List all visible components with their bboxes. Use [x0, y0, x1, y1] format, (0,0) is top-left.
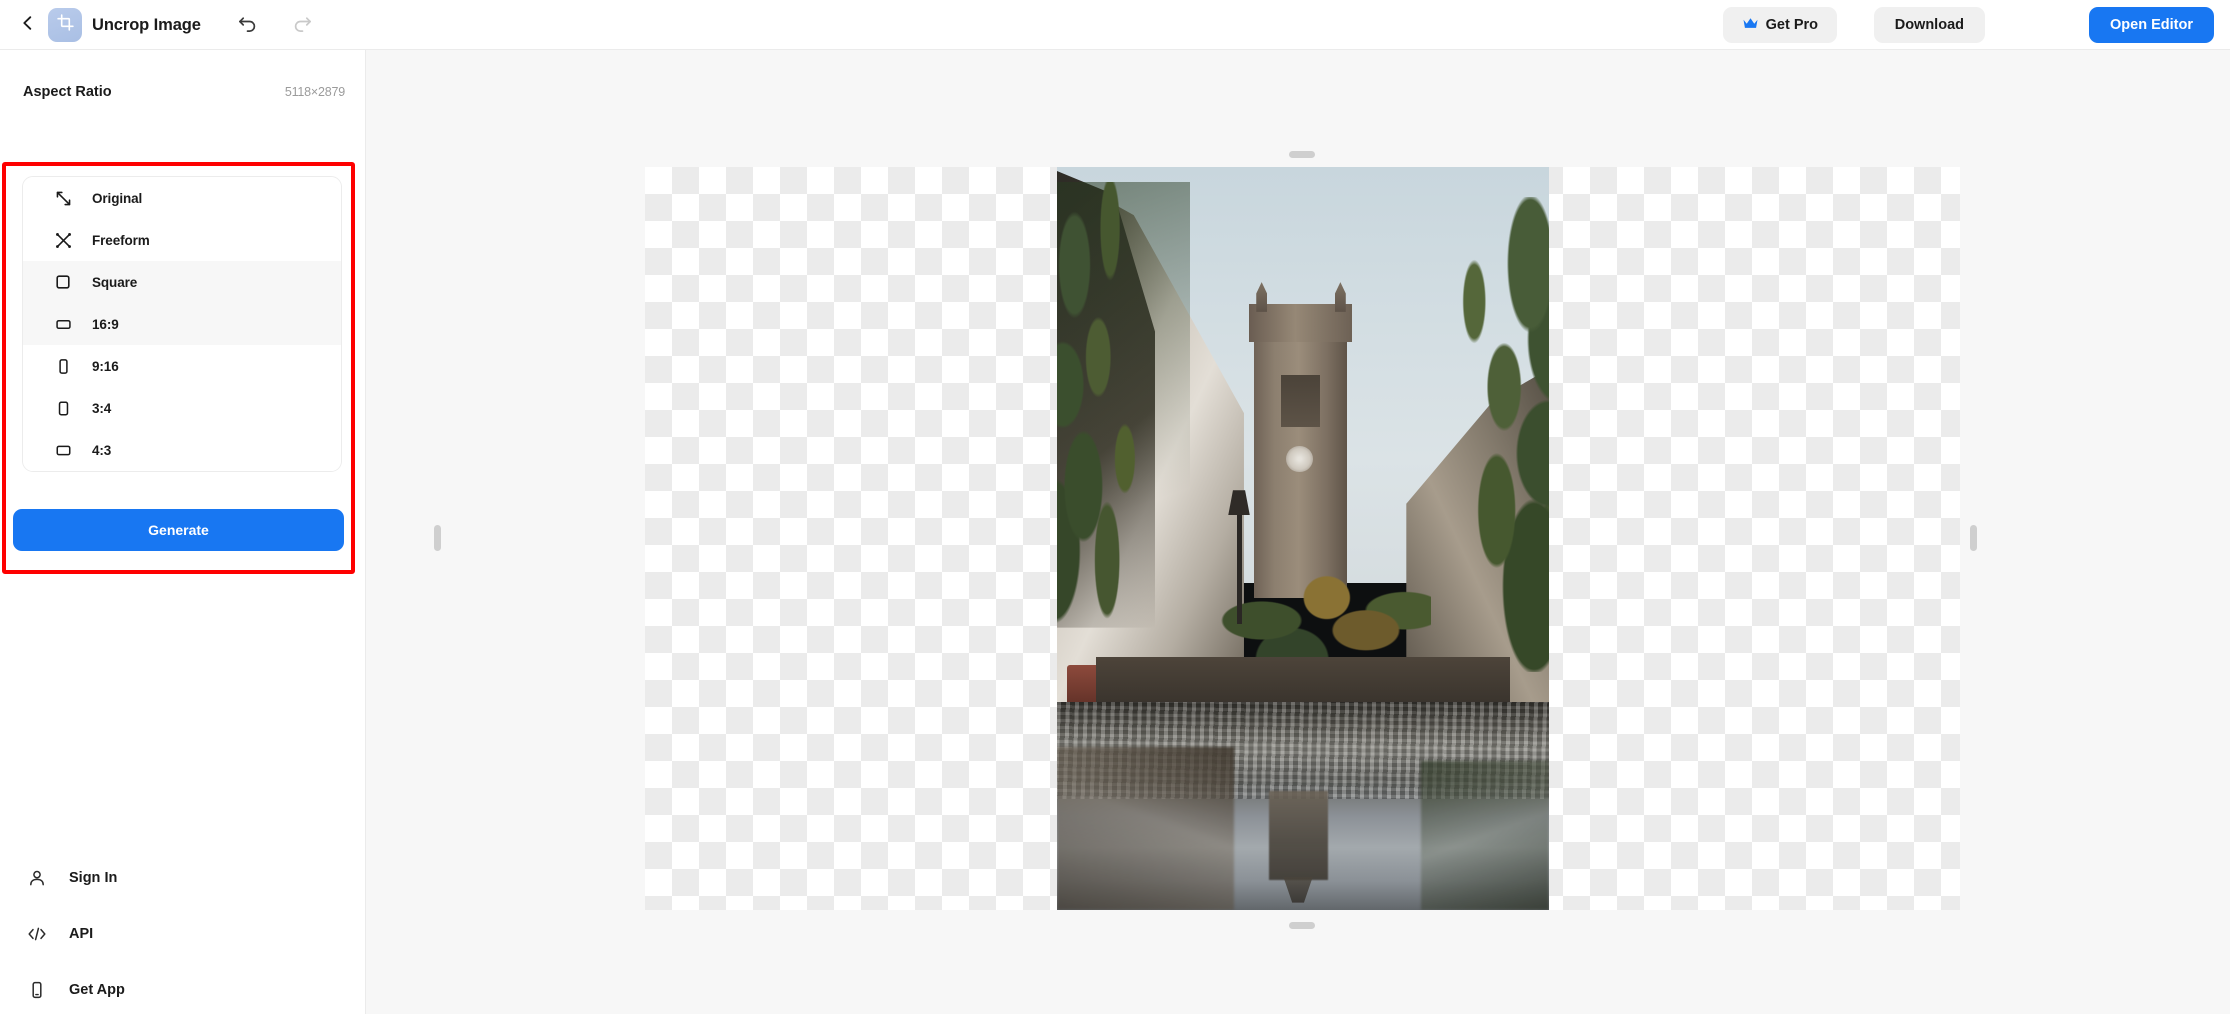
- ratio-option-16-9[interactable]: 16:9: [23, 303, 341, 345]
- image-dimensions-label: 5118×2879: [284, 85, 345, 99]
- photo-tower-window: [1280, 375, 1321, 428]
- portrait-rect-icon: [52, 355, 74, 377]
- landscape-rect-icon: [52, 439, 74, 461]
- sidebar-item-label: API: [69, 926, 94, 942]
- photo-reflection-right: [1421, 761, 1549, 910]
- open-editor-button[interactable]: Open Editor: [2089, 7, 2214, 43]
- top-toolbar: Uncrop Image Get Pro Download Open Edito…: [0, 0, 2230, 50]
- ratio-option-square[interactable]: Square: [23, 261, 341, 303]
- landscape-rect-icon: [52, 313, 74, 335]
- sidebar-item-sign-in[interactable]: Sign In: [0, 850, 366, 906]
- get-pro-button[interactable]: Get Pro: [1722, 7, 1837, 43]
- generate-label: Generate: [148, 522, 209, 538]
- open-editor-label: Open Editor: [2110, 17, 2193, 33]
- freeform-arrows-icon: [52, 229, 74, 251]
- ratio-option-original[interactable]: Original: [23, 177, 341, 219]
- sidebar-header: Aspect Ratio 5118×2879: [23, 84, 345, 100]
- resize-handle-right[interactable]: [1970, 525, 1977, 551]
- ratio-option-9-16[interactable]: 9:16: [23, 345, 341, 387]
- photo-ivy-foliage: [1057, 181, 1190, 643]
- back-button[interactable]: [14, 11, 42, 39]
- ratio-option-label: 4:3: [92, 442, 112, 458]
- sidebar-item-api[interactable]: API: [0, 906, 366, 962]
- redo-arrow-icon: [292, 12, 313, 38]
- ratio-option-label: Original: [92, 190, 143, 206]
- photo-reflection-left: [1057, 746, 1235, 910]
- chevron-left-icon: [20, 15, 36, 36]
- sidebar: Aspect Ratio 5118×2879 Original Freeform…: [0, 50, 366, 1014]
- app-icon: [48, 8, 82, 42]
- page-title: Uncrop Image: [92, 16, 201, 34]
- canvas-area[interactable]: [366, 50, 2230, 1014]
- ratio-option-label: 9:16: [92, 358, 119, 374]
- ratio-option-3-4[interactable]: 3:4: [23, 387, 341, 429]
- crown-icon: [1742, 15, 1759, 36]
- photo-clock-face: [1285, 445, 1313, 473]
- sidebar-item-label: Sign In: [69, 870, 118, 886]
- ratio-option-label: 16:9: [92, 316, 119, 332]
- diagonal-arrows-icon: [52, 187, 74, 209]
- resize-handle-top[interactable]: [1289, 151, 1315, 158]
- sidebar-item-label: Get App: [69, 982, 125, 998]
- aspect-ratio-title: Aspect Ratio: [23, 84, 112, 100]
- source-image[interactable]: [1057, 167, 1549, 910]
- redo-button[interactable]: [287, 10, 317, 40]
- sidebar-item-get-app[interactable]: Get App: [0, 962, 366, 1018]
- crop-icon: [56, 13, 75, 37]
- download-button[interactable]: Download: [1873, 7, 1985, 43]
- download-label: Download: [1894, 17, 1964, 33]
- ratio-option-label: Square: [92, 274, 138, 290]
- ratio-option-label: Freeform: [92, 232, 150, 248]
- mobile-phone-icon: [25, 978, 49, 1002]
- photo-street-lamp-post: [1236, 505, 1243, 624]
- square-icon: [52, 271, 74, 293]
- portrait-rect-icon: [52, 397, 74, 419]
- user-icon: [25, 866, 49, 890]
- sidebar-nav: Sign In API Get App: [0, 850, 366, 1018]
- undo-button[interactable]: [232, 10, 262, 40]
- resize-handle-bottom[interactable]: [1289, 922, 1315, 929]
- generate-button[interactable]: Generate: [13, 509, 344, 551]
- ratio-option-label: 3:4: [92, 400, 112, 416]
- resize-handle-left[interactable]: [434, 525, 441, 551]
- code-brackets-icon: [25, 922, 49, 946]
- undo-arrow-icon: [237, 12, 258, 38]
- aspect-ratio-list: Original Freeform Square 16:9 9:16 3:4 4…: [22, 176, 342, 472]
- ratio-option-4-3[interactable]: 4:3: [23, 429, 341, 471]
- get-pro-label: Get Pro: [1765, 17, 1818, 33]
- ratio-option-freeform[interactable]: Freeform: [23, 219, 341, 261]
- photo-tower-reflection: [1268, 791, 1328, 881]
